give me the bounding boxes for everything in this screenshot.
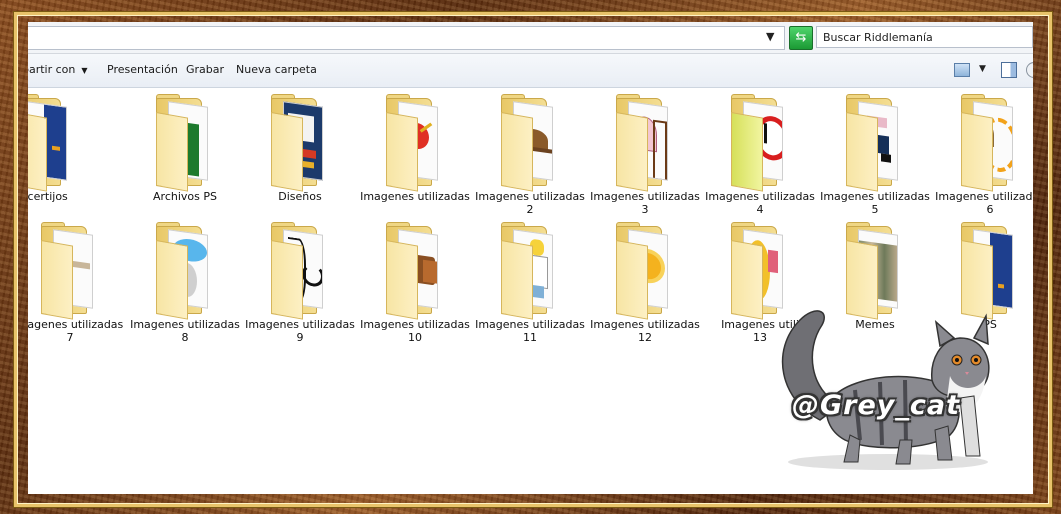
folder-label: Imagenes utilizadas 10 bbox=[360, 318, 470, 344]
view-options-chevron-icon[interactable]: ▼ bbox=[979, 64, 986, 74]
folder-label: Archivos PS bbox=[153, 190, 217, 203]
preview-pane-icon[interactable] bbox=[1001, 62, 1017, 78]
folder-label: Imagenes utilizadas 2 bbox=[475, 190, 585, 216]
folder-item[interactable]: magenes utilizadas7 bbox=[28, 220, 126, 344]
address-field[interactable] bbox=[28, 26, 785, 50]
folder-icon bbox=[265, 92, 335, 192]
folder-label: Imagenes utilizadas 11 bbox=[475, 318, 585, 344]
folder-icon bbox=[28, 92, 79, 192]
folder-item[interactable]: Imagenes utilizadas 3 bbox=[589, 92, 701, 216]
folder-icon bbox=[840, 92, 910, 192]
address-bar: ▼ ⇆ Buscar Riddlemanía bbox=[28, 22, 1033, 54]
watermark-text: @Grey_cat bbox=[792, 390, 961, 421]
folder-item[interactable]: Imagenes utilizadas 5 bbox=[819, 92, 931, 216]
folder-item[interactable]: Acertijos bbox=[28, 92, 100, 212]
folder-item[interactable]: Imagenes utilizadas6 bbox=[934, 92, 1033, 216]
folder-icon bbox=[265, 220, 335, 320]
command-bar: partir con ▼ Presentación Grabar Nueva ca… bbox=[28, 54, 1033, 88]
folder-icon bbox=[35, 220, 105, 320]
folder-icon bbox=[610, 220, 680, 320]
new-folder-button[interactable]: Nueva carpeta bbox=[236, 63, 317, 76]
folder-icon bbox=[380, 92, 450, 192]
folder-label: magenes utilizadas7 bbox=[28, 318, 124, 344]
folder-item[interactable]: Imagenes utilizadas bbox=[359, 92, 471, 212]
presentation-button[interactable]: Presentación bbox=[107, 63, 178, 76]
folder-label: Acertijos bbox=[28, 190, 68, 203]
folder-label: Imagenes utilizadas 8 bbox=[130, 318, 240, 344]
folder-icon bbox=[725, 92, 795, 192]
address-dropdown-icon[interactable]: ▼ bbox=[766, 30, 774, 43]
search-input[interactable]: Buscar Riddlemanía bbox=[816, 26, 1033, 48]
folder-item[interactable]: Diseños bbox=[244, 92, 356, 212]
folder-icon bbox=[495, 220, 565, 320]
folder-item[interactable]: Imagenes utilizadas 9 bbox=[244, 220, 356, 344]
folder-icon bbox=[495, 92, 565, 192]
folder-item[interactable]: Archivos PS bbox=[129, 92, 241, 212]
folder-label: Imagenes utilizadas6 bbox=[935, 190, 1033, 216]
help-icon[interactable] bbox=[1026, 62, 1033, 78]
change-view-icon[interactable] bbox=[954, 63, 970, 77]
folder-item[interactable]: Imagenes utilizadas 11 bbox=[474, 220, 586, 344]
chevron-down-icon: ▼ bbox=[81, 66, 88, 75]
folder-icon bbox=[955, 92, 1025, 192]
folder-label: Imagenes utilizadas 4 bbox=[705, 190, 815, 216]
cat-illustration bbox=[781, 310, 990, 470]
folder-label: Imagenes utilizadas bbox=[360, 190, 470, 203]
folder-item[interactable]: Imagenes utilizadas 2 bbox=[474, 92, 586, 216]
folder-label: Imagenes utilizadas 9 bbox=[245, 318, 355, 344]
share-with-label: partir con bbox=[28, 63, 76, 76]
folder-item[interactable]: Imagenes utilizadas 8 bbox=[129, 220, 241, 344]
burn-button[interactable]: Grabar bbox=[186, 63, 224, 76]
folder-icon bbox=[150, 220, 220, 320]
refresh-icon[interactable]: ⇆ bbox=[789, 26, 813, 50]
folder-label: Diseños bbox=[278, 190, 322, 203]
folder-icon bbox=[610, 92, 680, 192]
folder-label: Imagenes utilizadas 5 bbox=[820, 190, 930, 216]
folder-icon bbox=[380, 220, 450, 320]
folder-label: Imagenes utilizadas 3 bbox=[590, 190, 700, 216]
folder-icon bbox=[150, 92, 220, 192]
folder-item[interactable]: Imagenes utilizadas 10 bbox=[359, 220, 471, 344]
share-with-button[interactable]: partir con ▼ bbox=[28, 63, 88, 76]
folder-item[interactable]: Imagenes utilizadas 4 bbox=[704, 92, 816, 216]
folder-label: Imagenes utilizadas 12 bbox=[590, 318, 700, 344]
folder-item[interactable]: Imagenes utilizadas 12 bbox=[589, 220, 701, 344]
